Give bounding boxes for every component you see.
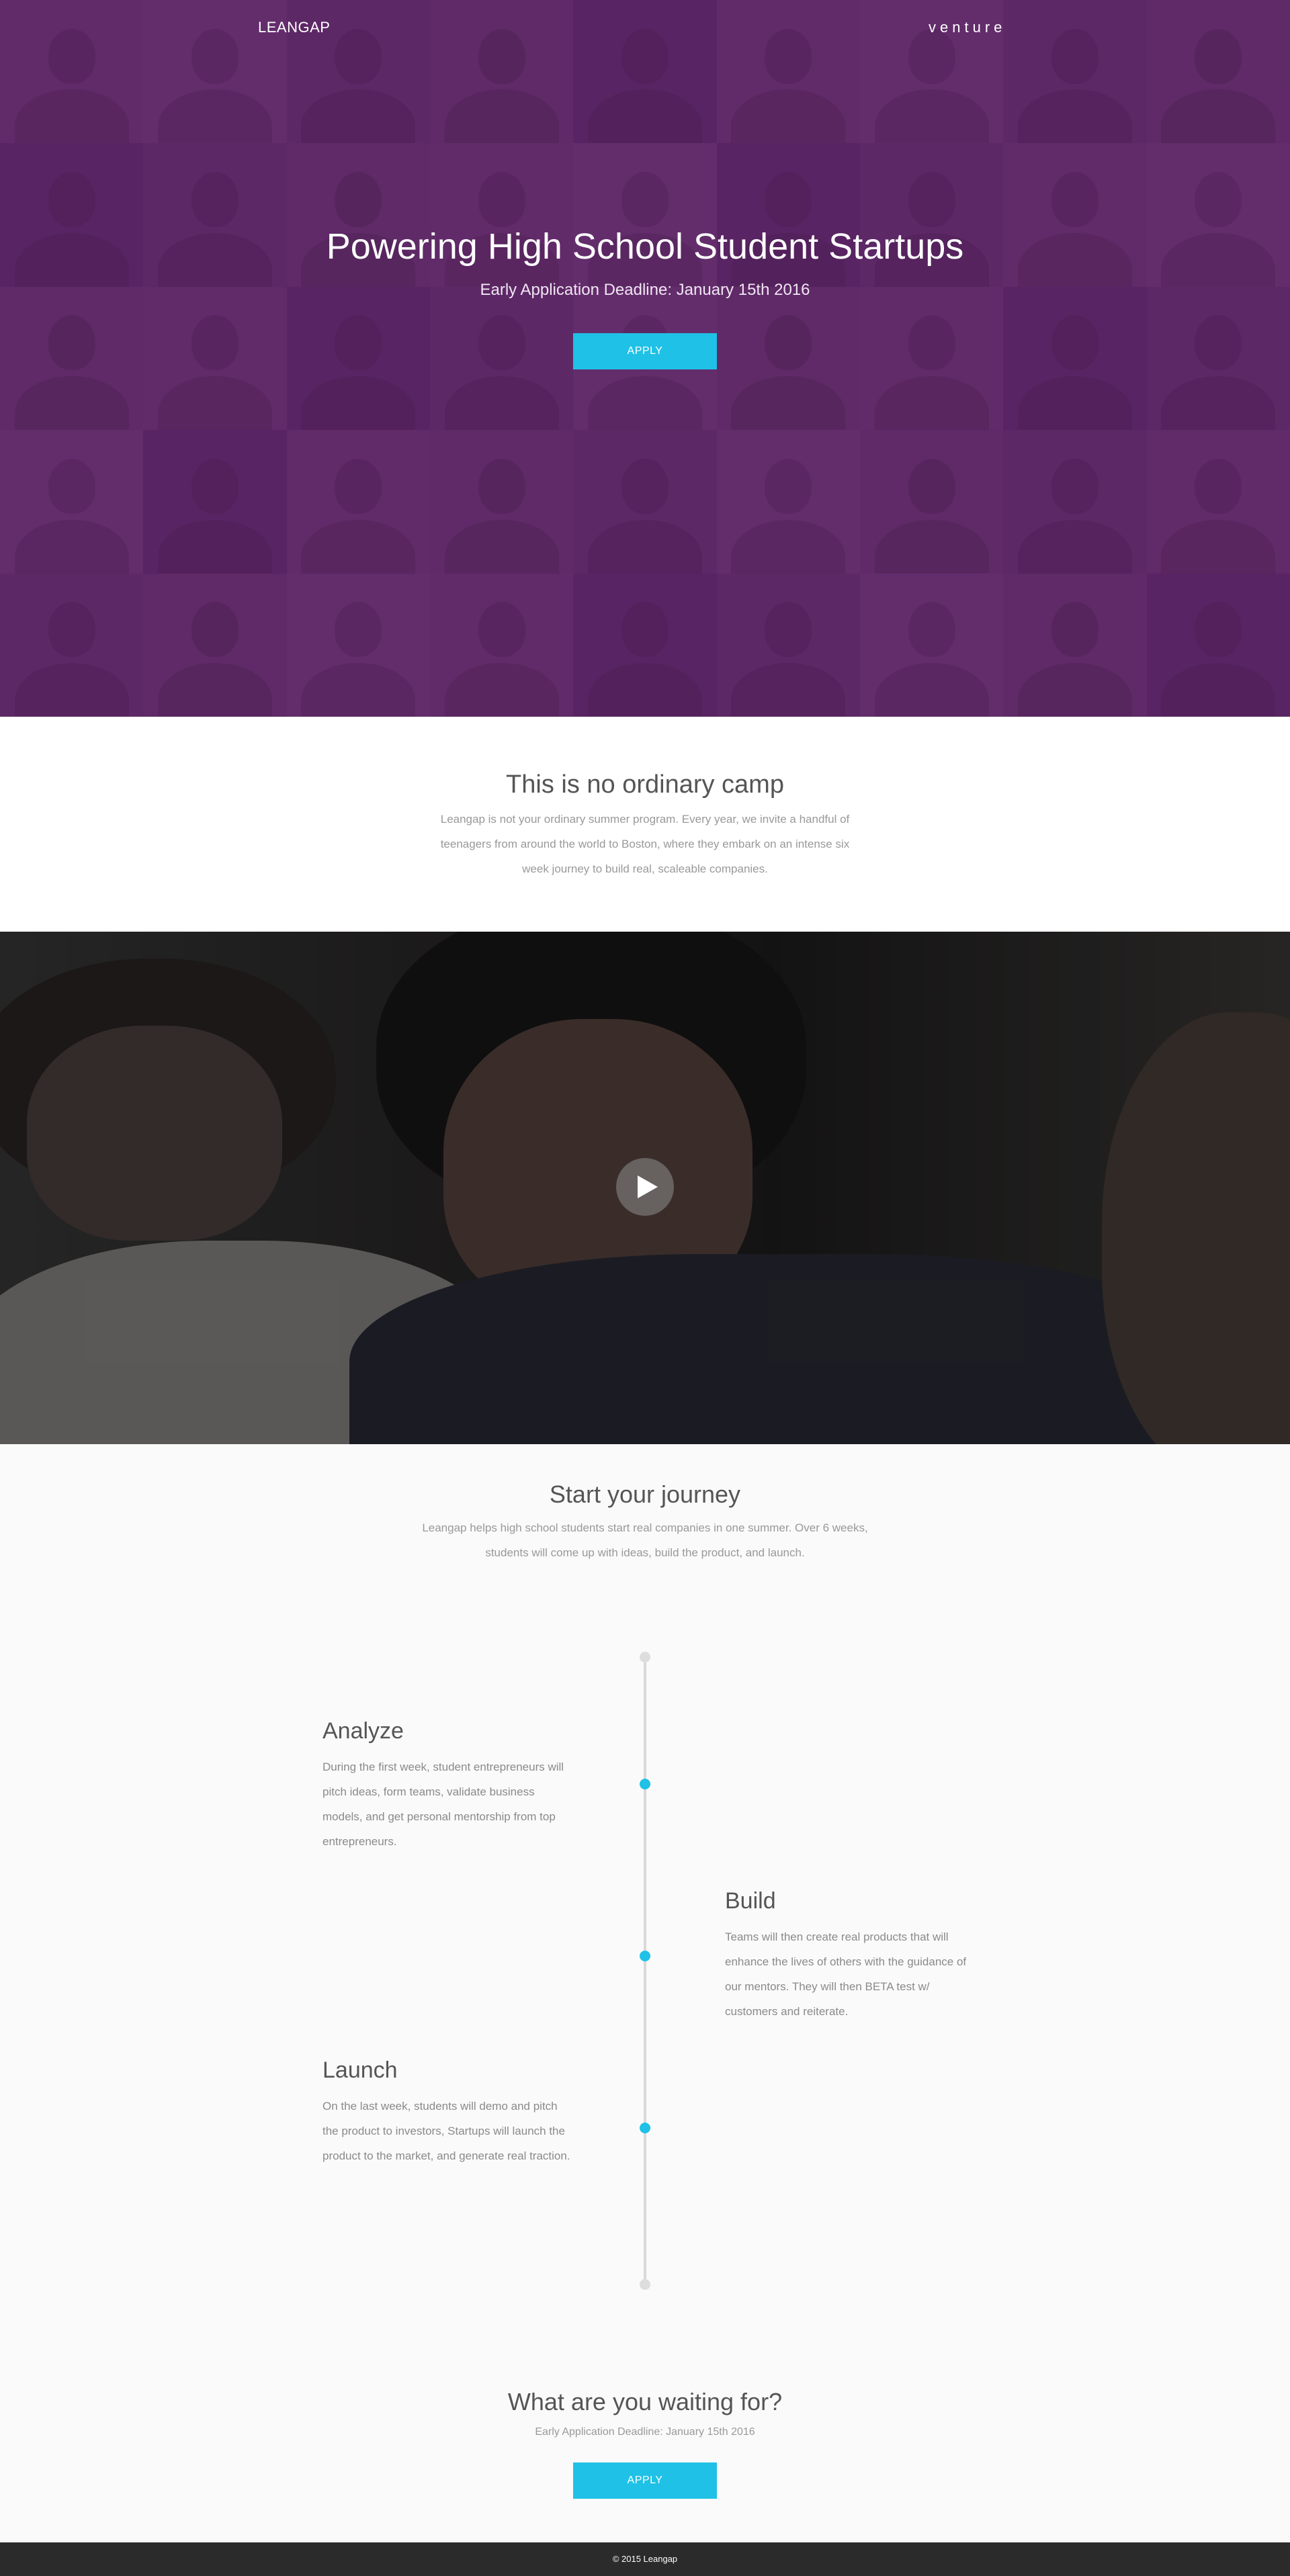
- hero-section: LEANGAP venture Powering High School Stu…: [0, 0, 1290, 717]
- hero-title: Powering High School Student Startups: [326, 226, 964, 267]
- intro-text: Leangap is not your ordinary summer prog…: [440, 813, 850, 875]
- hero-apply-button[interactable]: APPLY: [573, 333, 717, 369]
- timeline-end-dot: [640, 2279, 650, 2290]
- cta-apply-button[interactable]: APPLY: [573, 2462, 717, 2499]
- play-button[interactable]: [616, 1158, 674, 1216]
- timeline-dot-launch: [640, 2123, 650, 2133]
- play-icon: [638, 1175, 658, 1198]
- cta-subtitle: Early Application Deadline: January 15th…: [535, 2426, 755, 2438]
- step-text-build: Teams will then create real products tha…: [725, 1930, 967, 2018]
- footer-copyright: © 2015 Leangap: [612, 2554, 678, 2564]
- brand-logo[interactable]: LEANGAP: [258, 19, 330, 36]
- timeline-start-dot: [640, 1652, 650, 1662]
- step-title-analyze: Analyze: [322, 1718, 404, 1744]
- timeline-dot-analyze: [640, 1779, 650, 1789]
- intro-title: This is no ordinary camp: [506, 770, 784, 799]
- footer: © 2015 Leangap: [0, 2542, 1290, 2576]
- journey-text: Leangap helps high school students start…: [422, 1521, 868, 1559]
- nav-link-venture[interactable]: venture: [929, 19, 1006, 36]
- step-text-launch: On the last week, students will demo and…: [322, 2100, 570, 2162]
- cta-title: What are you waiting for?: [507, 2388, 783, 2415]
- step-text-analyze: During the first week, student entrepren…: [322, 1761, 564, 1848]
- timeline-dot-build: [640, 1951, 650, 1961]
- intro-section: This is no ordinary camp Leangap is not …: [0, 717, 1290, 932]
- hero-subtitle: Early Application Deadline: January 15th…: [480, 281, 810, 299]
- step-title-build: Build: [725, 1888, 776, 1914]
- timeline-line: [644, 1658, 646, 2286]
- step-title-launch: Launch: [322, 2057, 398, 2083]
- journey-title: Start your journey: [549, 1480, 741, 1508]
